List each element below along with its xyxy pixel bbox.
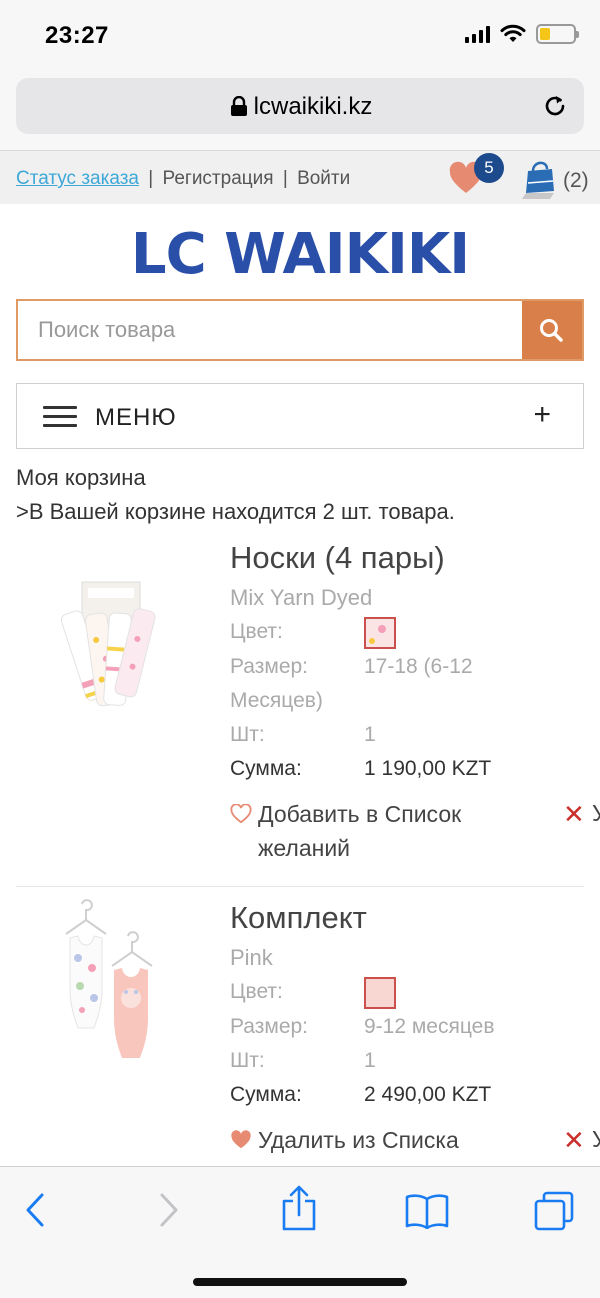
cart-title: Моя корзина — [16, 465, 146, 490]
cart-summary: >В Вашей корзине находится 2 шт. товара. — [16, 499, 455, 524]
sum-label: Сумма: — [230, 757, 302, 780]
separator: | — [282, 168, 288, 189]
heart-outline-icon[interactable] — [230, 804, 252, 824]
account-links: Статус заказа | Регистрация | Войти — [16, 168, 350, 190]
register-link[interactable]: Регистрация — [162, 168, 273, 189]
reload-icon[interactable] — [540, 91, 570, 121]
divider — [16, 886, 584, 887]
remove-link[interactable]: У — [592, 800, 600, 827]
cart-count[interactable]: (2) — [563, 169, 589, 193]
search-button[interactable] — [522, 301, 582, 359]
qty-label: Шт: — [230, 723, 265, 746]
menu-toggle[interactable]: МЕНЮ + — [16, 383, 584, 449]
size-value: 9-12 месяцев — [364, 1015, 495, 1038]
site-top-links: Статус заказа | Регистрация | Войти 5 (2… — [0, 150, 600, 204]
forward-icon[interactable] — [156, 1191, 182, 1229]
search-box — [16, 299, 584, 361]
search-input[interactable] — [18, 301, 524, 359]
status-bar: 23:27 — [0, 0, 600, 70]
browser-address-area: lcwaikiki.kz — [0, 70, 600, 150]
size-value-cont: Месяцев) — [230, 689, 323, 712]
heart-filled-icon[interactable] — [230, 1130, 252, 1150]
sum-value: 2 490,00 KZT — [364, 1083, 492, 1106]
battery-icon — [536, 24, 579, 44]
qty-value[interactable]: 1 — [364, 1049, 376, 1073]
login-link[interactable]: Войти — [297, 168, 350, 189]
remove-icon[interactable]: ✕ — [563, 799, 585, 830]
browser-toolbar — [0, 1166, 600, 1298]
product-image-bodysuit-set[interactable] — [50, 898, 170, 1068]
separator: | — [148, 168, 154, 189]
menu-label: МЕНЮ — [95, 404, 177, 431]
product-image-socks[interactable] — [50, 578, 170, 728]
expand-plus-icon: + — [533, 398, 551, 431]
size-label: Размер: — [230, 655, 309, 678]
favorites-count-badge: 5 — [474, 153, 504, 183]
status-icons — [465, 24, 579, 44]
share-icon[interactable] — [280, 1185, 318, 1231]
brand-logo[interactable]: LC WAIKIKI — [0, 222, 600, 287]
sum-label: Сумма: — [230, 1083, 302, 1106]
product-name[interactable]: Носки (4 пары) — [230, 540, 445, 576]
remove-icon[interactable]: ✕ — [563, 1125, 585, 1156]
tabs-icon[interactable] — [532, 1189, 576, 1233]
product-variant: Pink — [230, 945, 273, 970]
size-label: Размер: — [230, 1015, 309, 1038]
address-bar[interactable]: lcwaikiki.kz — [16, 78, 584, 134]
product-name[interactable]: Комплект — [230, 900, 367, 936]
logo-text: LC WAIKIKI — [130, 222, 470, 287]
sum-value: 1 190,00 KZT — [364, 757, 492, 780]
remove-from-wishlist-link[interactable]: Удалить из Списка — [258, 1123, 528, 1157]
product-variant: Mix Yarn Dyed — [230, 585, 373, 610]
status-time: 23:27 — [45, 22, 109, 49]
color-label: Цвет: — [230, 980, 283, 1003]
add-to-wishlist-link[interactable]: Добавить в Список желаний — [258, 797, 528, 865]
bookmarks-icon[interactable] — [404, 1193, 450, 1229]
shopping-bag-icon[interactable] — [522, 157, 558, 199]
signal-icon — [465, 25, 490, 43]
url-text: lcwaikiki.kz — [253, 93, 373, 120]
back-icon[interactable] — [22, 1191, 48, 1229]
wifi-icon — [500, 24, 526, 42]
home-indicator[interactable] — [193, 1278, 407, 1286]
color-swatch — [364, 617, 396, 649]
color-label: Цвет: — [230, 620, 283, 643]
qty-value[interactable]: 1 — [364, 723, 376, 747]
size-value: 17-18 (6-12 — [364, 655, 473, 678]
search-icon — [540, 318, 563, 342]
remove-link[interactable]: У — [592, 1126, 600, 1153]
order-status-link[interactable]: Статус заказа — [16, 168, 139, 189]
hamburger-icon — [43, 406, 77, 428]
qty-label: Шт: — [230, 1049, 265, 1072]
color-swatch — [364, 977, 396, 1009]
